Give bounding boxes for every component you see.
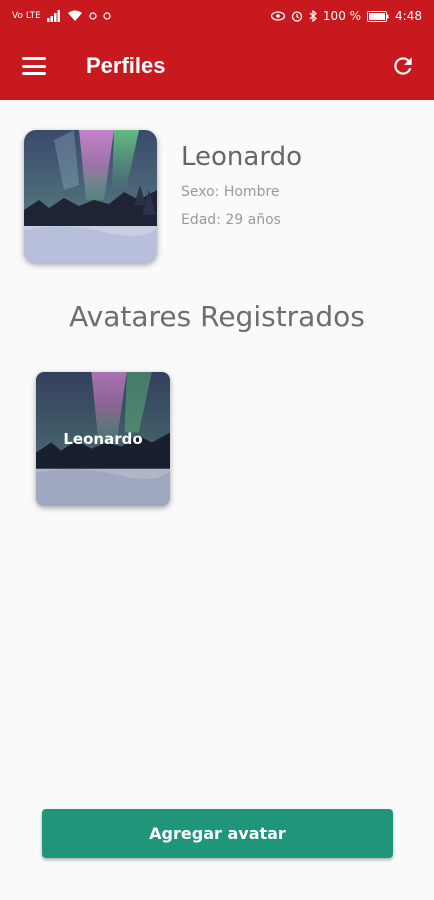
status-bar: Vo LTE 100 % 4:48 [0,0,434,32]
aurora-landscape-image [24,130,157,263]
bluetooth-icon [309,10,317,22]
profile-card: Leonardo Sexo: Hombre Edad: 29 años [24,130,302,263]
carrier-label: Vo LTE [12,11,41,21]
notification-dot-icon [89,12,97,20]
profile-info: Leonardo Sexo: Hombre Edad: 29 años [181,130,302,263]
profile-sex: Sexo: Hombre [181,184,280,200]
status-left: Vo LTE [12,10,111,22]
status-right: 100 % 4:48 [270,9,422,23]
profile-photo [24,130,157,263]
battery-icon [367,10,389,22]
battery-percent: 100 % [322,9,362,23]
avatar-label: Leonardo [63,430,143,448]
profile-name: Leonardo [181,142,302,172]
refresh-icon[interactable] [390,53,416,79]
wifi-icon [67,10,82,21]
page-title: Perfiles [86,53,166,78]
menu-icon[interactable] [22,57,46,75]
alarm-icon [291,11,303,22]
add-avatar-button[interactable]: Agregar avatar [42,809,393,858]
signal-icon [46,10,60,22]
profile-age: Edad: 29 años [181,212,281,228]
app-bar: Perfiles [0,32,434,100]
eye-icon [270,11,285,21]
notification-dot-icon-2 [103,12,111,20]
avatar-tile[interactable]: Leonardo [36,372,170,506]
section-title: Avatares Registrados [69,300,365,333]
status-time: 4:48 [395,9,422,23]
